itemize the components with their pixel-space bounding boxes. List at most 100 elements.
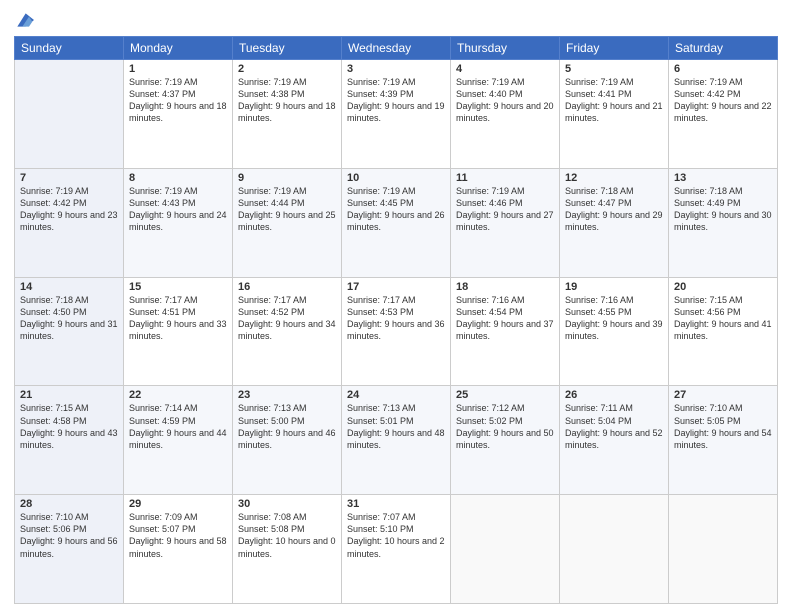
calendar-cell: 13Sunrise: 7:18 AM Sunset: 4:49 PM Dayli… [669,168,778,277]
day-number: 31 [347,498,445,510]
day-info: Sunrise: 7:10 AM Sunset: 5:05 PM Dayligh… [674,402,772,451]
day-info: Sunrise: 7:16 AM Sunset: 4:54 PM Dayligh… [456,294,554,343]
weekday-header-monday: Monday [124,37,233,60]
day-number: 27 [674,389,772,401]
day-number: 26 [565,389,663,401]
day-info: Sunrise: 7:08 AM Sunset: 5:08 PM Dayligh… [238,511,336,560]
day-info: Sunrise: 7:19 AM Sunset: 4:41 PM Dayligh… [565,76,663,125]
day-number: 18 [456,281,554,293]
day-info: Sunrise: 7:12 AM Sunset: 5:02 PM Dayligh… [456,402,554,451]
calendar-cell: 12Sunrise: 7:18 AM Sunset: 4:47 PM Dayli… [560,168,669,277]
calendar-cell: 5Sunrise: 7:19 AM Sunset: 4:41 PM Daylig… [560,60,669,169]
calendar-week-5: 28Sunrise: 7:10 AM Sunset: 5:06 PM Dayli… [15,495,778,604]
calendar-cell: 25Sunrise: 7:12 AM Sunset: 5:02 PM Dayli… [451,386,560,495]
calendar-cell [560,495,669,604]
day-number: 16 [238,281,336,293]
calendar-cell [15,60,124,169]
calendar-cell [669,495,778,604]
calendar-cell: 24Sunrise: 7:13 AM Sunset: 5:01 PM Dayli… [342,386,451,495]
calendar-cell: 6Sunrise: 7:19 AM Sunset: 4:42 PM Daylig… [669,60,778,169]
day-info: Sunrise: 7:19 AM Sunset: 4:39 PM Dayligh… [347,76,445,125]
day-number: 2 [238,63,336,75]
day-info: Sunrise: 7:19 AM Sunset: 4:46 PM Dayligh… [456,185,554,234]
day-number: 22 [129,389,227,401]
day-number: 8 [129,172,227,184]
calendar-cell: 22Sunrise: 7:14 AM Sunset: 4:59 PM Dayli… [124,386,233,495]
day-info: Sunrise: 7:19 AM Sunset: 4:40 PM Dayligh… [456,76,554,125]
calendar-cell: 10Sunrise: 7:19 AM Sunset: 4:45 PM Dayli… [342,168,451,277]
day-number: 6 [674,63,772,75]
weekday-header-row: SundayMondayTuesdayWednesdayThursdayFrid… [15,37,778,60]
calendar-cell: 8Sunrise: 7:19 AM Sunset: 4:43 PM Daylig… [124,168,233,277]
day-info: Sunrise: 7:07 AM Sunset: 5:10 PM Dayligh… [347,511,445,560]
calendar-cell: 23Sunrise: 7:13 AM Sunset: 5:00 PM Dayli… [233,386,342,495]
calendar-cell: 4Sunrise: 7:19 AM Sunset: 4:40 PM Daylig… [451,60,560,169]
calendar-cell: 2Sunrise: 7:19 AM Sunset: 4:38 PM Daylig… [233,60,342,169]
day-info: Sunrise: 7:13 AM Sunset: 5:00 PM Dayligh… [238,402,336,451]
calendar-cell: 21Sunrise: 7:15 AM Sunset: 4:58 PM Dayli… [15,386,124,495]
day-number: 3 [347,63,445,75]
calendar-cell: 14Sunrise: 7:18 AM Sunset: 4:50 PM Dayli… [15,277,124,386]
calendar-cell: 17Sunrise: 7:17 AM Sunset: 4:53 PM Dayli… [342,277,451,386]
day-info: Sunrise: 7:14 AM Sunset: 4:59 PM Dayligh… [129,402,227,451]
day-info: Sunrise: 7:19 AM Sunset: 4:37 PM Dayligh… [129,76,227,125]
calendar-cell: 28Sunrise: 7:10 AM Sunset: 5:06 PM Dayli… [15,495,124,604]
day-info: Sunrise: 7:19 AM Sunset: 4:43 PM Dayligh… [129,185,227,234]
day-info: Sunrise: 7:18 AM Sunset: 4:47 PM Dayligh… [565,185,663,234]
calendar-cell: 15Sunrise: 7:17 AM Sunset: 4:51 PM Dayli… [124,277,233,386]
weekday-header-friday: Friday [560,37,669,60]
day-number: 17 [347,281,445,293]
day-info: Sunrise: 7:19 AM Sunset: 4:44 PM Dayligh… [238,185,336,234]
calendar-cell [451,495,560,604]
weekday-header-sunday: Sunday [15,37,124,60]
day-number: 10 [347,172,445,184]
day-info: Sunrise: 7:19 AM Sunset: 4:42 PM Dayligh… [20,185,118,234]
calendar-table: SundayMondayTuesdayWednesdayThursdayFrid… [14,36,778,604]
header [14,10,778,30]
calendar-cell: 1Sunrise: 7:19 AM Sunset: 4:37 PM Daylig… [124,60,233,169]
day-number: 14 [20,281,118,293]
calendar-cell: 30Sunrise: 7:08 AM Sunset: 5:08 PM Dayli… [233,495,342,604]
calendar-cell: 29Sunrise: 7:09 AM Sunset: 5:07 PM Dayli… [124,495,233,604]
logo-icon [14,10,34,30]
weekday-header-thursday: Thursday [451,37,560,60]
calendar-cell: 16Sunrise: 7:17 AM Sunset: 4:52 PM Dayli… [233,277,342,386]
day-number: 20 [674,281,772,293]
day-number: 23 [238,389,336,401]
day-info: Sunrise: 7:19 AM Sunset: 4:45 PM Dayligh… [347,185,445,234]
day-info: Sunrise: 7:18 AM Sunset: 4:50 PM Dayligh… [20,294,118,343]
calendar-week-2: 7Sunrise: 7:19 AM Sunset: 4:42 PM Daylig… [15,168,778,277]
logo [14,10,34,30]
day-number: 29 [129,498,227,510]
page-container: SundayMondayTuesdayWednesdayThursdayFrid… [0,0,792,612]
calendar-week-3: 14Sunrise: 7:18 AM Sunset: 4:50 PM Dayli… [15,277,778,386]
day-number: 21 [20,389,118,401]
day-number: 11 [456,172,554,184]
day-info: Sunrise: 7:10 AM Sunset: 5:06 PM Dayligh… [20,511,118,560]
day-number: 19 [565,281,663,293]
calendar-cell: 3Sunrise: 7:19 AM Sunset: 4:39 PM Daylig… [342,60,451,169]
calendar-week-4: 21Sunrise: 7:15 AM Sunset: 4:58 PM Dayli… [15,386,778,495]
calendar-cell: 19Sunrise: 7:16 AM Sunset: 4:55 PM Dayli… [560,277,669,386]
calendar-cell: 27Sunrise: 7:10 AM Sunset: 5:05 PM Dayli… [669,386,778,495]
day-info: Sunrise: 7:19 AM Sunset: 4:42 PM Dayligh… [674,76,772,125]
day-number: 25 [456,389,554,401]
day-number: 4 [456,63,554,75]
weekday-header-tuesday: Tuesday [233,37,342,60]
day-info: Sunrise: 7:09 AM Sunset: 5:07 PM Dayligh… [129,511,227,560]
day-number: 13 [674,172,772,184]
day-info: Sunrise: 7:11 AM Sunset: 5:04 PM Dayligh… [565,402,663,451]
day-info: Sunrise: 7:17 AM Sunset: 4:51 PM Dayligh… [129,294,227,343]
day-number: 1 [129,63,227,75]
day-info: Sunrise: 7:17 AM Sunset: 4:53 PM Dayligh… [347,294,445,343]
calendar-week-1: 1Sunrise: 7:19 AM Sunset: 4:37 PM Daylig… [15,60,778,169]
day-info: Sunrise: 7:19 AM Sunset: 4:38 PM Dayligh… [238,76,336,125]
day-info: Sunrise: 7:18 AM Sunset: 4:49 PM Dayligh… [674,185,772,234]
day-number: 7 [20,172,118,184]
day-number: 12 [565,172,663,184]
day-info: Sunrise: 7:17 AM Sunset: 4:52 PM Dayligh… [238,294,336,343]
calendar-cell: 26Sunrise: 7:11 AM Sunset: 5:04 PM Dayli… [560,386,669,495]
day-number: 28 [20,498,118,510]
calendar-cell: 7Sunrise: 7:19 AM Sunset: 4:42 PM Daylig… [15,168,124,277]
day-number: 30 [238,498,336,510]
